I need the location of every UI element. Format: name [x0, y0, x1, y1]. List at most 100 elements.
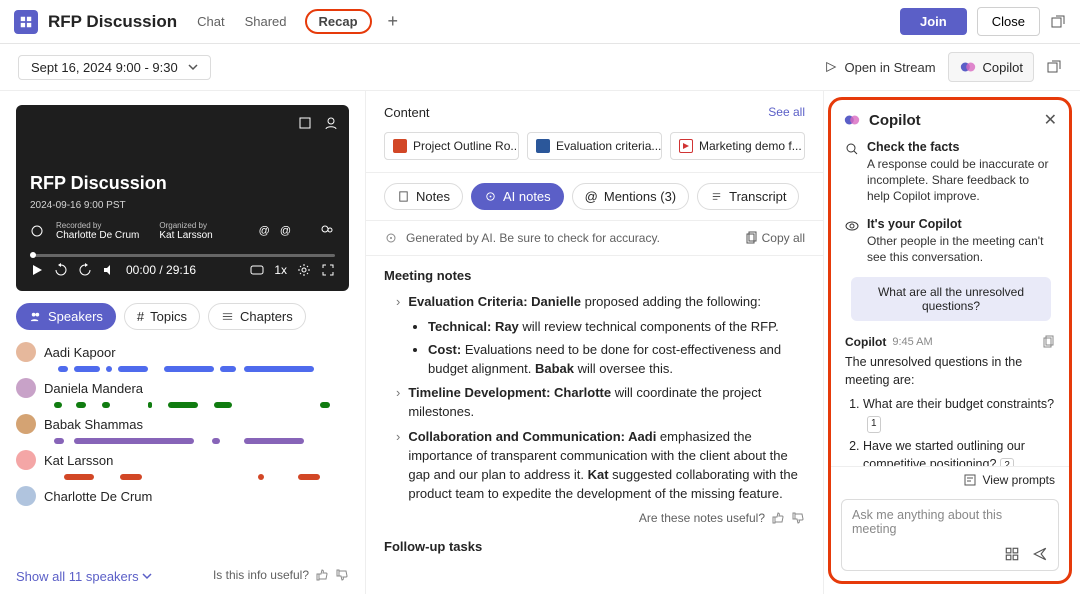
content-heading: Content: [384, 105, 430, 120]
copilot-list-item: What are their budget constraints?1: [863, 395, 1055, 433]
copilot-icon: [959, 58, 977, 76]
show-all-speakers[interactable]: Show all 11 speakers: [16, 565, 152, 584]
copilot-resp-name: Copilot: [845, 335, 886, 349]
ai-notes-label: AI notes: [503, 189, 551, 204]
str-icon: [679, 139, 693, 153]
avatar: [16, 378, 36, 398]
yours-title: It's your Copilot: [867, 217, 1055, 231]
speaker-row[interactable]: Babak Shammas: [16, 414, 349, 444]
reference-badge[interactable]: 1: [867, 416, 881, 433]
tab-shared[interactable]: Shared: [243, 12, 289, 31]
player-popout-icon[interactable]: [297, 115, 313, 131]
view-prompts-label: View prompts: [983, 473, 1055, 487]
tab-chat[interactable]: Chat: [195, 12, 226, 31]
copy-all-button[interactable]: Copy all: [744, 231, 805, 245]
volume-icon[interactable]: [102, 263, 116, 277]
close-button[interactable]: Close: [977, 7, 1040, 36]
copilot-resp-intro: The unresolved questions in the meeting …: [845, 353, 1055, 389]
skip-back-icon[interactable]: [54, 263, 68, 277]
thumbs-down-icon[interactable]: [335, 568, 349, 582]
yours-text: Other people in the meeting can't see th…: [867, 233, 1055, 265]
date-selector[interactable]: Sept 16, 2024 9:00 - 9:30: [18, 55, 211, 80]
player-progress[interactable]: [30, 254, 335, 257]
tab-recap[interactable]: Recap: [305, 9, 372, 34]
topics-label: Topics: [150, 309, 187, 324]
copilot-toggle[interactable]: Copilot: [948, 52, 1034, 82]
open-stream-label: Open in Stream: [844, 60, 935, 75]
note-sub-item: Technical: Ray will review technical com…: [428, 318, 805, 337]
app-icon: [14, 10, 38, 34]
fullscreen-icon[interactable]: [321, 263, 335, 277]
ppt-icon: [393, 139, 407, 153]
chevron-down-icon: [188, 62, 198, 72]
facts-text: A response could be inaccurate or incomp…: [867, 156, 1055, 205]
notes-tab-label: Notes: [416, 189, 450, 204]
content-doc[interactable]: Project Outline Ro...: [384, 132, 519, 160]
notes-tab[interactable]: Notes: [384, 183, 463, 210]
stream-icon: [824, 60, 838, 74]
speaker-row[interactable]: Daniela Mandera: [16, 378, 349, 408]
thumbs-up-icon[interactable]: [315, 568, 329, 582]
send-icon[interactable]: [1032, 546, 1048, 562]
popout-icon[interactable]: [1050, 14, 1066, 30]
content-doc[interactable]: Evaluation criteria...: [527, 132, 662, 160]
thumbs-up-icon[interactable]: [771, 511, 785, 525]
ai-icon: [484, 190, 497, 203]
note-item: › Timeline Development: Charlotte will c…: [396, 384, 805, 422]
transcript-tab[interactable]: Transcript: [697, 183, 799, 210]
mentions-label: Mentions (3): [604, 189, 676, 204]
search-icon: [845, 142, 859, 156]
copy-icon[interactable]: [1041, 335, 1055, 349]
chevron-down-icon: [142, 571, 152, 581]
open-in-stream[interactable]: Open in Stream: [824, 60, 935, 75]
recorded-by-label: Recorded by: [56, 221, 139, 230]
note-item: › Evaluation Criteria: Danielle proposed…: [396, 293, 805, 312]
player-speed[interactable]: 1x: [274, 263, 287, 277]
avatar: [16, 486, 36, 506]
popout-copilot-icon[interactable]: [1046, 59, 1062, 75]
speaker-row[interactable]: Aadi Kapoor: [16, 342, 349, 372]
at-icon: @: [280, 225, 291, 237]
video-player[interactable]: RFP Discussion 2024-09-16 9:00 PST Recor…: [16, 105, 349, 291]
content-doc[interactable]: Marketing demo f...: [670, 132, 805, 160]
see-all-link[interactable]: See all: [768, 105, 805, 120]
copilot-close-icon[interactable]: ✕: [1044, 110, 1057, 130]
skip-fwd-icon[interactable]: [78, 263, 92, 277]
add-tab-button[interactable]: +: [388, 11, 399, 32]
speakers-filter[interactable]: Speakers: [16, 303, 116, 330]
list-icon: [221, 310, 234, 323]
wrd-icon: [536, 139, 550, 153]
cc-icon[interactable]: [250, 263, 264, 277]
copy-icon: [744, 231, 758, 245]
transcript-icon: [710, 190, 723, 203]
settings-icon[interactable]: [297, 263, 311, 277]
grid-icon[interactable]: [1004, 546, 1020, 562]
people-count-icon: [319, 223, 335, 239]
chapters-filter[interactable]: Chapters: [208, 303, 306, 330]
speaker-timeline[interactable]: [44, 474, 349, 480]
doc-label: Evaluation criteria...: [556, 139, 661, 153]
people-icon: [29, 310, 42, 323]
speaker-timeline[interactable]: [44, 510, 349, 516]
mentions-tab[interactable]: @ Mentions (3): [572, 183, 689, 210]
ai-notes-tab[interactable]: AI notes: [471, 183, 564, 210]
topics-filter[interactable]: # Topics: [124, 303, 200, 330]
speaker-timeline[interactable]: [44, 366, 349, 372]
view-prompts-button[interactable]: View prompts: [831, 466, 1069, 493]
copy-all-label: Copy all: [762, 231, 805, 245]
speaker-row[interactable]: Charlotte De Crum: [16, 486, 349, 516]
thumbs-down-icon[interactable]: [791, 511, 805, 525]
reference-badge[interactable]: 2: [1000, 458, 1014, 466]
prompts-icon: [963, 473, 977, 487]
play-icon[interactable]: [30, 263, 44, 277]
speaker-name: Charlotte De Crum: [44, 489, 152, 504]
copilot-input[interactable]: Ask me anything about this meeting: [841, 499, 1059, 571]
copilot-title: Copilot: [869, 112, 921, 129]
speaker-timeline[interactable]: [44, 402, 349, 408]
join-button[interactable]: Join: [900, 8, 967, 35]
copilot-list-item: Have we started outlining our competitiv…: [863, 437, 1055, 466]
hash-icon: #: [137, 309, 144, 324]
speaker-row[interactable]: Kat Larsson: [16, 450, 349, 480]
player-people-icon[interactable]: [323, 115, 339, 131]
speaker-timeline[interactable]: [44, 438, 349, 444]
